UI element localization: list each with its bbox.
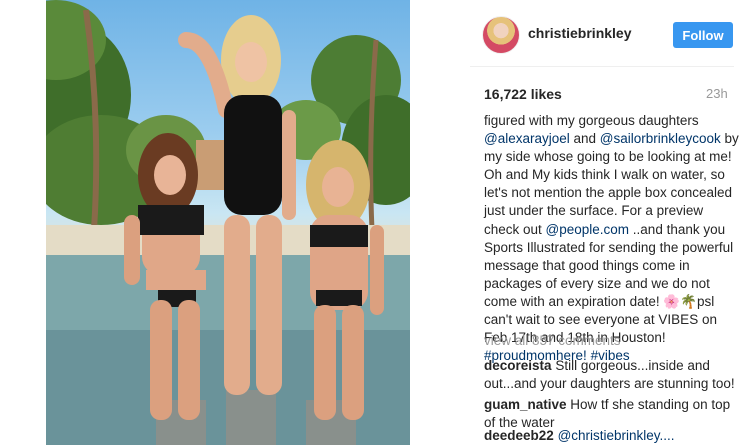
comment: decoreista Still gorgeous...inside and o…	[484, 357, 736, 393]
mention-link[interactable]: @alexarayjoel	[484, 131, 570, 146]
view-all-comments-link[interactable]: view all 857 comments	[484, 333, 621, 348]
follow-button[interactable]: Follow	[673, 22, 733, 48]
username-link[interactable]: christiebrinkley	[528, 25, 632, 41]
post-header: christiebrinkley Follow	[482, 15, 748, 54]
header-divider	[470, 66, 734, 67]
mention-link[interactable]: @people.com	[546, 222, 630, 237]
comment: deedeeb22 @christiebrinkley....	[484, 427, 736, 445]
mention-link[interactable]: @sailorbrinkleycook	[600, 131, 721, 146]
comment-username[interactable]: deedeeb22	[484, 428, 554, 443]
comment-username[interactable]: guam_native	[484, 397, 567, 412]
comment-username[interactable]: decoreista	[484, 358, 552, 373]
photo-scene	[46, 0, 410, 445]
comment-text[interactable]: @christiebrinkley....	[558, 428, 675, 443]
post-time[interactable]: 23h	[706, 86, 728, 101]
post-photo[interactable]	[46, 0, 410, 445]
avatar[interactable]	[482, 16, 520, 54]
likes-count[interactable]: 16,722 likes	[484, 86, 562, 102]
post-caption: figured with my gorgeous daughters @alex…	[484, 113, 739, 364]
